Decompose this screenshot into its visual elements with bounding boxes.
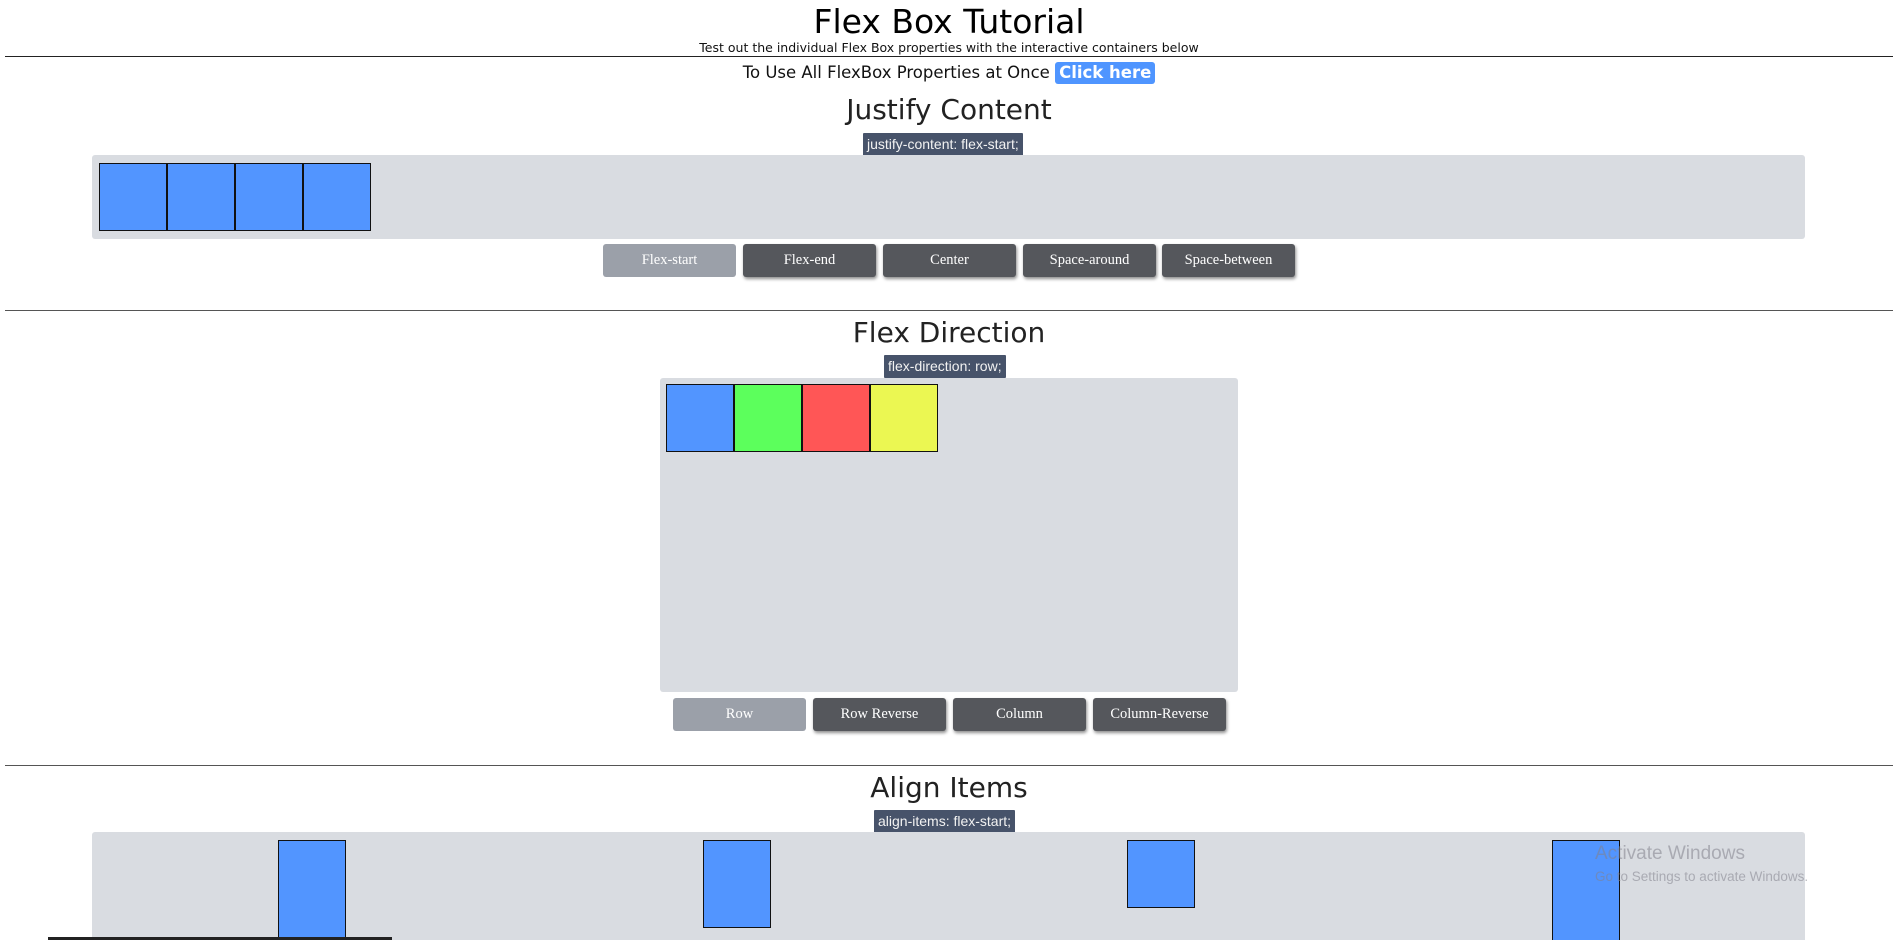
- align-items-heading: Align Items: [870, 771, 1028, 804]
- justify-box-2: [167, 163, 235, 231]
- align-items-code-badge: align-items: flex-start;: [874, 810, 1016, 833]
- page-subtitle: Test out the individual Flex Box propert…: [699, 40, 1199, 55]
- activate-windows-watermark: Activate Windows: [1595, 843, 1745, 864]
- header-divider: [5, 56, 1893, 57]
- justify-content-container: [92, 155, 1805, 239]
- justify-box-4: [303, 163, 371, 231]
- justify-content-code-badge: justify-content: flex-start;: [863, 133, 1023, 156]
- flex-direction-container: [660, 378, 1238, 692]
- flex-end-button[interactable]: Flex-end: [743, 244, 876, 277]
- section-divider-1: [5, 310, 1893, 311]
- space-between-button[interactable]: Space-between: [1162, 244, 1295, 277]
- activate-windows-hint: Go to Settings to activate Windows.: [1595, 869, 1809, 884]
- justify-box-3: [235, 163, 303, 231]
- direction-box-green: [734, 384, 802, 452]
- align-box-1: [278, 840, 346, 940]
- all-properties-line: To Use All FlexBox Properties at Once Cl…: [0, 62, 1898, 84]
- align-box-3: [1127, 840, 1195, 908]
- page-title: Flex Box Tutorial: [813, 2, 1085, 41]
- justify-content-heading: Justify Content: [846, 93, 1052, 126]
- direction-box-yellow: [870, 384, 938, 452]
- column-button[interactable]: Column: [953, 698, 1086, 731]
- section-divider-2: [5, 765, 1893, 766]
- row-button[interactable]: Row: [673, 698, 806, 731]
- all-properties-text: To Use All FlexBox Properties at Once: [742, 63, 1050, 82]
- column-reverse-button[interactable]: Column-Reverse: [1093, 698, 1226, 731]
- flex-start-button[interactable]: Flex-start: [603, 244, 736, 277]
- page: Flex Box Tutorial Test out the individua…: [0, 0, 1900, 940]
- align-box-2: [703, 840, 771, 928]
- direction-box-blue: [666, 384, 734, 452]
- click-here-link[interactable]: Click here: [1055, 62, 1156, 84]
- center-button[interactable]: Center: [883, 244, 1016, 277]
- direction-box-red: [802, 384, 870, 452]
- space-around-button[interactable]: Space-around: [1023, 244, 1156, 277]
- flex-direction-heading: Flex Direction: [852, 316, 1046, 349]
- flex-direction-code-badge: flex-direction: row;: [884, 355, 1006, 378]
- justify-box-1: [99, 163, 167, 231]
- row-reverse-button[interactable]: Row Reverse: [813, 698, 946, 731]
- align-items-container: [92, 832, 1805, 940]
